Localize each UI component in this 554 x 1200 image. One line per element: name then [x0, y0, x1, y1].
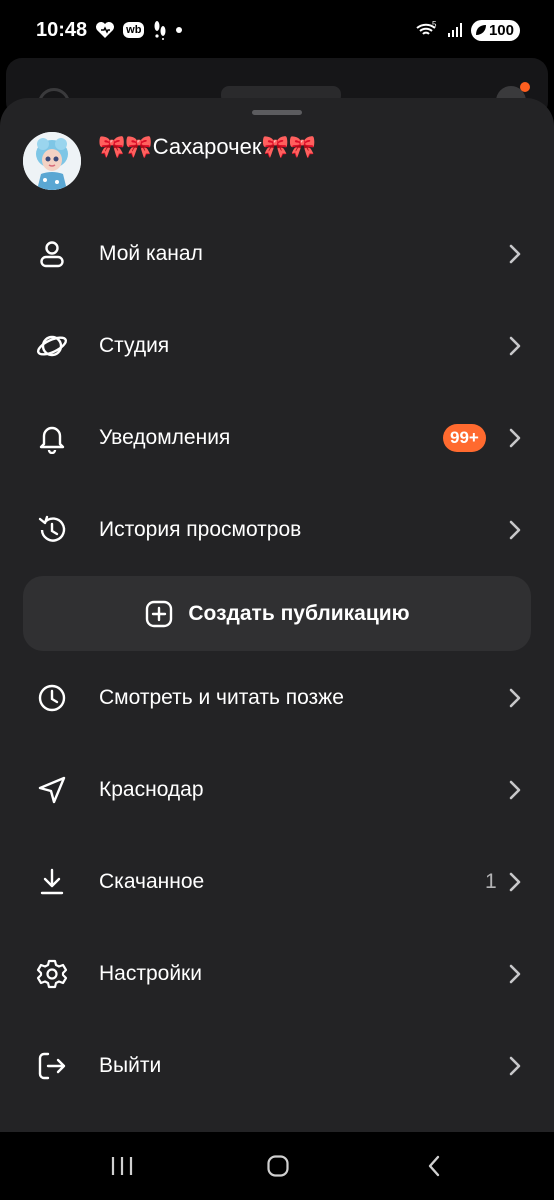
status-right: 5 100: [415, 19, 520, 41]
heart-app-icon: [96, 22, 115, 38]
history-icon: [35, 513, 69, 547]
chevron-right-icon: [505, 870, 525, 894]
orbit-icon: [35, 329, 69, 363]
wifi-icon: 5: [416, 20, 437, 35]
background-notification-dot: [520, 82, 530, 92]
profile-header[interactable]: 🎀🎀Сахарочек🎀🎀: [23, 132, 316, 190]
wb-app-badge: wb: [123, 22, 145, 38]
menu-item-downloads[interactable]: Скачанное 1: [0, 842, 554, 922]
sheet-drag-handle[interactable]: [252, 110, 302, 115]
menu-item-label: Настройки: [99, 962, 202, 985]
avatar[interactable]: [23, 132, 81, 190]
notification-dot: [176, 27, 183, 33]
create-publication-button[interactable]: Создать публикацию: [23, 576, 531, 651]
system-navigation-bar: [0, 1132, 554, 1200]
menu-item-label: История просмотров: [99, 518, 302, 541]
download-icon: [35, 865, 69, 899]
chevron-right-icon: [505, 426, 525, 450]
create-publication-label: Создать публикацию: [188, 601, 410, 625]
menu-item-label: Выйти: [99, 1054, 162, 1077]
location-arrow-icon: [35, 773, 69, 807]
notifications-count-badge: 99+: [443, 424, 486, 452]
home-icon: [267, 1155, 289, 1177]
doll-avatar-icon: [23, 132, 81, 190]
status-time: 10:48: [36, 18, 88, 41]
menu-item-settings[interactable]: Настройки: [0, 934, 554, 1014]
plus-square-icon: [146, 600, 173, 627]
menu-item-label: Мой канал: [99, 242, 203, 265]
clock-icon: [35, 681, 69, 715]
steps-icon: [154, 21, 166, 40]
bell-icon: [35, 421, 69, 455]
signal-icon: [447, 23, 462, 37]
home-button[interactable]: [258, 1146, 298, 1186]
chevron-right-icon: [505, 686, 525, 710]
profile-menu-sheet: 🎀🎀Сахарочек🎀🎀 Мой канал Студия Уведомлен…: [0, 98, 554, 1132]
menu-item-studio[interactable]: Студия: [0, 306, 554, 386]
menu-item-location[interactable]: Краснодар: [0, 750, 554, 830]
chevron-right-icon: [505, 242, 525, 266]
chevron-right-icon: [505, 1054, 525, 1078]
user-icon: [35, 237, 69, 271]
downloads-count: 1: [485, 870, 497, 893]
chevron-right-icon: [505, 334, 525, 358]
leaf-icon: [475, 25, 486, 35]
status-bar: 10:48 wb 5 100: [0, 0, 554, 60]
battery-indicator: 100: [470, 19, 520, 41]
chevron-right-icon: [505, 962, 525, 986]
menu-item-label: Скачанное: [99, 870, 205, 893]
menu-item-label: Уведомления: [99, 426, 231, 449]
recent-apps-button[interactable]: [102, 1146, 142, 1186]
menu-item-history[interactable]: История просмотров: [0, 490, 554, 570]
back-icon: [428, 1155, 440, 1177]
profile-name: 🎀🎀Сахарочек🎀🎀: [98, 134, 317, 159]
chevron-right-icon: [505, 518, 525, 542]
menu-item-label: Студия: [99, 334, 170, 357]
chevron-right-icon: [505, 778, 525, 802]
menu-item-my-channel[interactable]: Мой канал: [0, 214, 554, 294]
status-left: 10:48 wb: [36, 18, 183, 42]
menu-item-label: Краснодар: [99, 778, 204, 801]
network-type: 5: [432, 20, 437, 29]
gear-icon: [35, 957, 69, 991]
menu-item-label: Смотреть и читать позже: [99, 686, 344, 709]
recents-icon: [111, 1157, 133, 1175]
battery-level: 100: [488, 21, 514, 39]
menu-item-watch-later[interactable]: Смотреть и читать позже: [0, 658, 554, 738]
menu-item-notifications[interactable]: Уведомления 99+: [0, 398, 554, 478]
logout-icon: [35, 1049, 69, 1083]
menu-item-logout[interactable]: Выйти: [0, 1026, 554, 1106]
back-button[interactable]: [414, 1146, 454, 1186]
